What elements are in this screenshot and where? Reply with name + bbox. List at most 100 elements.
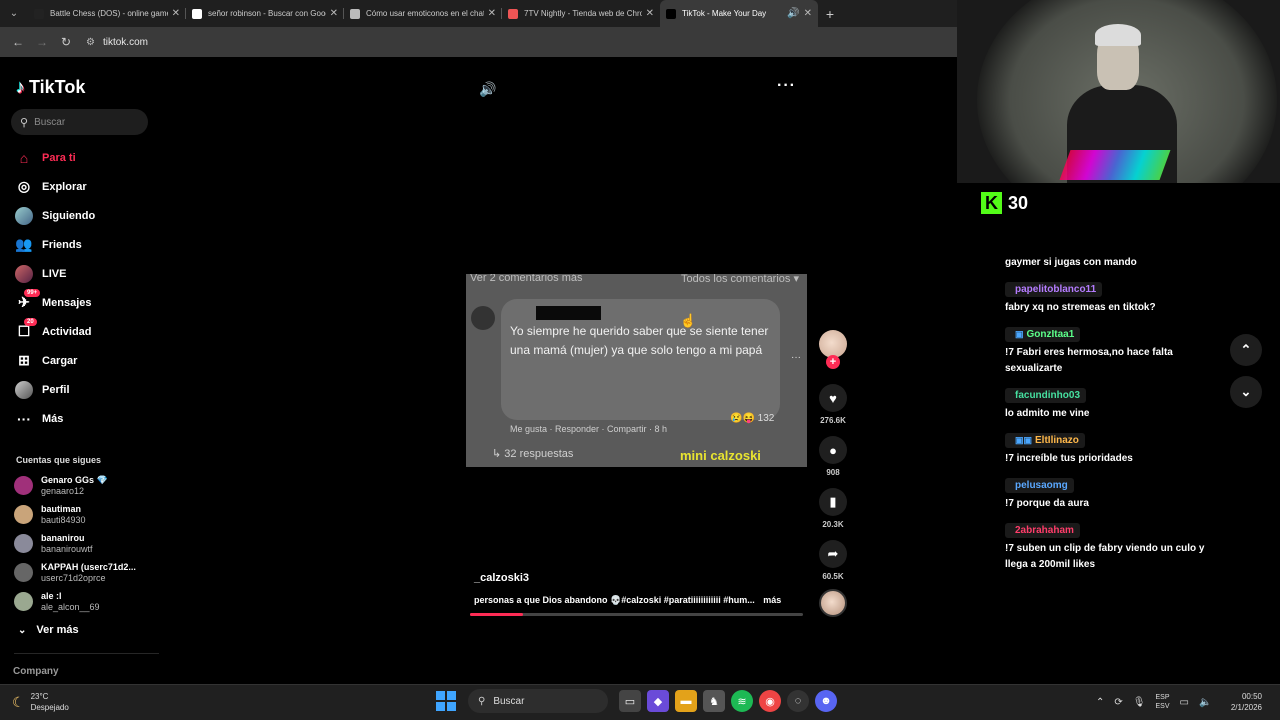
video-progress-bar[interactable]: [470, 613, 803, 616]
close-icon[interactable]: ✕: [804, 8, 812, 19]
clock-time: 00:50: [1241, 692, 1262, 701]
windows-start-icon[interactable]: [436, 691, 456, 711]
file-explorer-icon[interactable]: ▬: [675, 690, 697, 712]
display-icon[interactable]: ▭: [1180, 697, 1189, 708]
following-name: ale :l: [41, 590, 62, 601]
browser-tab[interactable]: Cómo usar emoticonos en el chat ✕: [344, 0, 502, 27]
taskbar-search[interactable]: ⚲ Buscar: [468, 689, 608, 713]
following-name: KAPPAH (userc71d2...: [41, 561, 136, 572]
discord-icon[interactable]: ☻: [815, 690, 837, 712]
description-more-link[interactable]: más: [763, 595, 781, 605]
following-item[interactable]: KAPPAH (userc71d2... userc71d2oprce: [14, 558, 159, 587]
tray-expand-icon[interactable]: ⌃: [1096, 697, 1104, 708]
share-action[interactable]: ➦ 60.5K: [816, 540, 850, 581]
video-top-right-text: Todos los comentarios ▾: [680, 274, 799, 285]
chat-username[interactable]: papelitoblanco11: [1005, 282, 1103, 297]
video-reaction-count: 😢😝 132: [730, 413, 775, 424]
company-link[interactable]: Company: [13, 666, 59, 677]
new-tab-button[interactable]: +: [818, 6, 842, 22]
sidebar-item-more[interactable]: ··· Más: [14, 404, 159, 433]
weather-widget[interactable]: ☾ 23°C Despejado: [12, 691, 69, 713]
chat-username[interactable]: ▣ GonzItaa1: [1005, 327, 1081, 342]
share-icon[interactable]: ➦: [819, 540, 847, 568]
speaker-icon[interactable]: 🔈: [1199, 697, 1211, 708]
tiktok-logo[interactable]: ♪ TikTok: [16, 77, 85, 98]
video-player[interactable]: Ver 2 comentarios más Todos los comentar…: [466, 274, 807, 467]
close-icon[interactable]: ✕: [172, 8, 180, 19]
browser-tab[interactable]: Battle Chess (DOS) - online game ✕: [28, 0, 186, 27]
copilot-icon[interactable]: ◆: [647, 690, 669, 712]
chevron-up-icon[interactable]: ⌃: [1230, 334, 1262, 366]
obs-icon[interactable]: ◌: [787, 690, 809, 712]
bookmark-action[interactable]: ▮ 20.3K: [816, 488, 850, 529]
app-icon[interactable]: ♞: [703, 690, 725, 712]
sidebar-item-friends[interactable]: 👥 Friends: [14, 230, 159, 259]
url-field[interactable]: ⚙ tiktok.com: [86, 37, 148, 48]
mic-icon[interactable]: 🎙: [1133, 697, 1146, 708]
chat-username[interactable]: pelusaomg: [1005, 478, 1074, 493]
sidebar-item-label: Explorar: [42, 180, 87, 193]
chrome-icon[interactable]: ◉: [759, 690, 781, 712]
search-icon: ⚲: [20, 116, 29, 129]
sidebar-item-activity[interactable]: ☐ 20 Actividad: [14, 317, 159, 346]
sidebar-item-compass[interactable]: ◎ Explorar: [14, 172, 159, 201]
bookmark-icon[interactable]: ▮: [819, 488, 847, 516]
sidebar-item-upload[interactable]: ⊞ Cargar: [14, 346, 159, 375]
music-disc[interactable]: [819, 589, 847, 617]
chat-username[interactable]: ▣▣ EltIlinazo: [1005, 433, 1085, 448]
forward-icon[interactable]: →: [30, 35, 54, 49]
creator-avatar[interactable]: [819, 330, 847, 358]
close-icon[interactable]: ✕: [488, 8, 496, 19]
clock[interactable]: 00:50 2/1/2026: [1222, 691, 1262, 713]
sidebar-item-live[interactable]: LIVE: [14, 259, 159, 288]
tab-search-icon[interactable]: ⌄: [0, 0, 28, 27]
following-item[interactable]: ale :l ale_alcon__69: [14, 587, 159, 616]
search-input[interactable]: [34, 116, 135, 128]
see-more-button[interactable]: ⌄ Ver más: [18, 624, 79, 636]
back-icon[interactable]: ←: [6, 35, 30, 49]
follow-plus-icon[interactable]: +: [826, 355, 840, 369]
comment-icon[interactable]: ●: [819, 436, 847, 464]
chat-badge-icon: ▣: [1015, 329, 1024, 339]
heart-icon[interactable]: ♥: [819, 384, 847, 412]
sync-icon[interactable]: ⟳: [1114, 697, 1122, 708]
close-icon[interactable]: ✕: [646, 8, 654, 19]
volume-icon[interactable]: 🔊: [479, 81, 496, 98]
video-author[interactable]: _calzoski3: [474, 572, 529, 584]
sidebar-item-label: Siguiendo: [42, 209, 96, 222]
sidebar-item-home[interactable]: ⌂ Para ti: [14, 143, 159, 172]
following-item[interactable]: Genaro GGs 💎 genaaro12: [14, 471, 159, 500]
chat-username[interactable]: facundinho03: [1005, 388, 1087, 403]
more-options-icon[interactable]: ···: [777, 77, 796, 95]
following-handle: bananirouwtf: [41, 543, 93, 554]
browser-tab[interactable]: 7TV Nightly - Tienda web de Chrome ✕: [502, 0, 660, 27]
site-info-icon[interactable]: ⚙: [86, 37, 95, 48]
sidebar-item-profile[interactable]: Perfil: [14, 375, 159, 404]
task-view-icon[interactable]: ▭: [619, 690, 641, 712]
webcam-feed: [957, 0, 1280, 183]
activity-icon: ☐ 20: [14, 317, 37, 342]
close-icon[interactable]: ✕: [330, 8, 338, 19]
viewer-count: 30: [1008, 192, 1029, 213]
language-indicator[interactable]: ESP ESV: [1155, 693, 1169, 711]
reload-icon[interactable]: ↻: [54, 35, 78, 49]
comment-action[interactable]: ● 908: [816, 436, 850, 477]
following-handle: bauti84930: [41, 514, 86, 525]
tab-title: señor robinson - Buscar con Google: [208, 9, 326, 18]
heart-action[interactable]: ♥ 276.6K: [816, 384, 850, 425]
chevron-down-icon[interactable]: ⌄: [1230, 376, 1262, 408]
tab-audio-icon[interactable]: 🔊: [787, 8, 799, 19]
spotify-icon[interactable]: ≋: [731, 690, 753, 712]
browser-tab[interactable]: TikTok - Make Your Day 🔊 ✕: [660, 0, 818, 27]
search-box[interactable]: ⚲: [11, 109, 148, 135]
browser-tab[interactable]: señor robinson - Buscar con Google ✕: [186, 0, 344, 27]
chat-message-text: !7 Fabri eres hermosa,no hace falta sexu…: [1005, 347, 1173, 374]
sidebar-item-messages[interactable]: ✈ 99+ Mensajes: [14, 288, 159, 317]
messages-icon: ✈ 99+: [14, 288, 41, 313]
sidebar-item-following-avatar[interactable]: Siguiendo: [14, 201, 159, 230]
tab-favicon-icon: [666, 8, 676, 19]
following-item[interactable]: bautiman bauti84930: [14, 500, 159, 529]
chat-username[interactable]: 2abrahaham: [1005, 523, 1080, 538]
action-count: 20.3K: [822, 520, 844, 529]
following-item[interactable]: bananirou bananirouwtf: [14, 529, 159, 558]
